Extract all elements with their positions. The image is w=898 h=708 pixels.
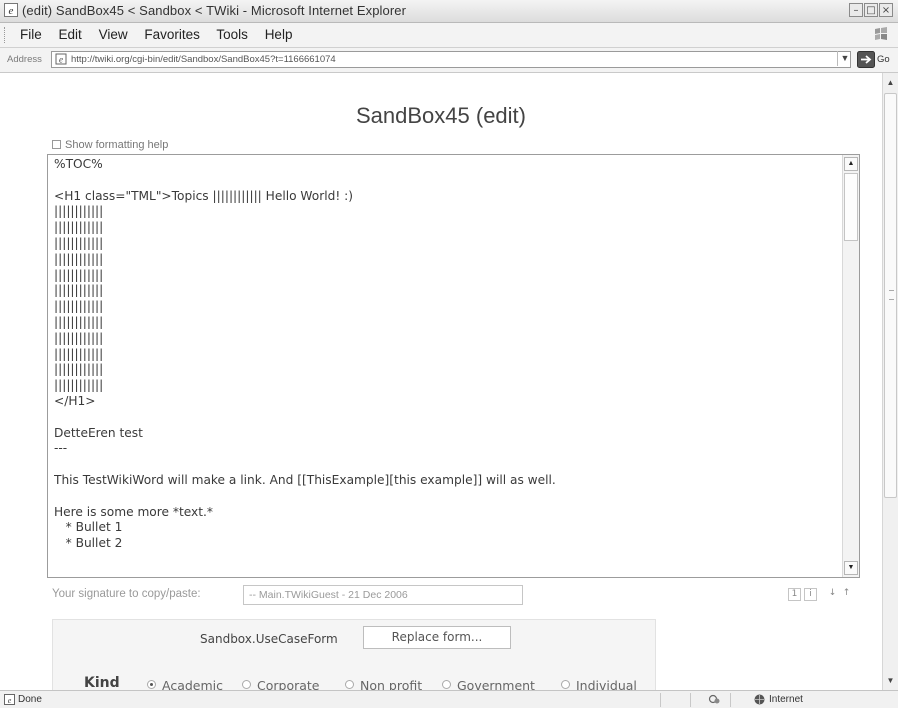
radio-selected-icon — [147, 680, 156, 690]
menu-help[interactable]: Help — [265, 27, 293, 42]
expand-icon — [52, 139, 61, 149]
status-divider — [660, 693, 661, 707]
signature-label: Your signature to copy/paste: — [52, 588, 201, 600]
maximize-button[interactable]: □ — [864, 3, 878, 17]
address-bar: Address e http://twiki.org/cgi-bin/edit/… — [0, 48, 898, 73]
menu-favorites[interactable]: Favorites — [144, 27, 200, 42]
editor-scrollbar[interactable]: ▲ ▼ — [842, 155, 859, 577]
page-scroll-down-icon[interactable]: ▼ — [884, 673, 897, 688]
help-toggle-label: Show formatting help — [65, 139, 169, 151]
page-done-icon: e — [4, 694, 15, 705]
address-label: Address — [7, 54, 42, 65]
menu-view[interactable]: View — [99, 27, 128, 42]
address-dropdown-icon[interactable]: ▼ — [837, 51, 852, 66]
kind-radio-individual[interactable]: Individual — [561, 677, 637, 690]
kind-label: Kind — [84, 675, 120, 690]
editor-text[interactable]: %TOC% <H1 class="TML">Topics |||||||||||… — [54, 157, 834, 575]
status-bar: e Done Internet — [0, 690, 898, 708]
radio-icon — [442, 680, 451, 690]
address-input[interactable]: e http://twiki.org/cgi-bin/edit/Sandbox/… — [51, 51, 851, 68]
menu-items: File Edit View Favorites Tools Help — [20, 27, 305, 42]
go-button[interactable]: Go — [877, 54, 890, 65]
form-name: Sandbox.UseCaseForm — [200, 632, 338, 646]
page-scrollbar[interactable]: ▲ ▼ — [882, 73, 898, 690]
kind-radio-academic[interactable]: Academic — [147, 677, 223, 690]
editor-scroll-thumb[interactable] — [844, 173, 858, 241]
replace-form-button[interactable]: Replace form... — [363, 626, 511, 649]
minimize-button[interactable]: – — [849, 3, 863, 17]
scroll-down-icon[interactable]: ▼ — [844, 561, 858, 575]
page-content: SandBox45 (edit) Show formatting help %T… — [0, 73, 882, 690]
topic-text-area[interactable]: %TOC% <H1 class="TML">Topics |||||||||||… — [47, 154, 860, 578]
svg-text:e: e — [8, 696, 12, 705]
radio-icon — [242, 680, 251, 690]
status-divider — [730, 693, 731, 707]
show-formatting-help-link[interactable]: Show formatting help — [52, 139, 168, 151]
title-bar: e (edit) SandBox45 < Sandbox < TWiki - M… — [0, 0, 898, 23]
kind-radio-non-profit[interactable]: Non profit — [345, 677, 422, 690]
menu-file[interactable]: File — [20, 27, 42, 42]
svg-text:e: e — [9, 5, 14, 17]
internet-globe-icon — [754, 694, 765, 705]
radio-icon — [561, 680, 570, 690]
scroll-grip-icon — [889, 290, 894, 300]
address-url: http://twiki.org/cgi-bin/edit/Sandbox/Sa… — [71, 54, 336, 65]
kind-radio-corporate[interactable]: Corporate — [242, 677, 320, 690]
shrink-up-button[interactable]: ↑ — [840, 588, 853, 601]
text-size-one-button[interactable]: 1 — [788, 588, 801, 601]
status-divider — [690, 693, 691, 707]
signature-field[interactable]: -- Main.TWikiGuest - 21 Dec 2006 — [243, 585, 523, 605]
window-title: (edit) SandBox45 < Sandbox < TWiki - Mic… — [22, 3, 407, 18]
menu-tools[interactable]: Tools — [216, 27, 248, 42]
topic-form-panel: Sandbox.UseCaseForm Replace form... Kind… — [52, 619, 656, 690]
menu-bar: File Edit View Favorites Tools Help — [0, 23, 898, 48]
radio-icon — [345, 680, 354, 690]
page-title: SandBox45 (edit) — [356, 103, 526, 128]
status-text: Done — [18, 694, 42, 705]
scroll-up-icon[interactable]: ▲ — [844, 157, 858, 171]
kind-radio-government[interactable]: Government — [442, 677, 535, 690]
svg-text:e: e — [59, 55, 63, 65]
menu-edit[interactable]: Edit — [59, 27, 82, 42]
ie-logo-icon: e — [4, 3, 18, 17]
enlarge-down-button[interactable]: ↓ — [826, 588, 839, 601]
page-scroll-up-icon[interactable]: ▲ — [884, 75, 897, 90]
close-button[interactable]: × — [879, 3, 893, 17]
page-scroll-thumb[interactable] — [884, 93, 897, 498]
privacy-icon[interactable] — [708, 693, 721, 706]
go-arrow-icon[interactable] — [857, 51, 875, 68]
page-icon: e — [55, 53, 67, 65]
text-info-button[interactable]: i — [804, 588, 817, 601]
toolbar-grip[interactable] — [4, 27, 7, 43]
security-zone-label: Internet — [769, 694, 803, 705]
windows-flag-icon — [875, 27, 887, 40]
